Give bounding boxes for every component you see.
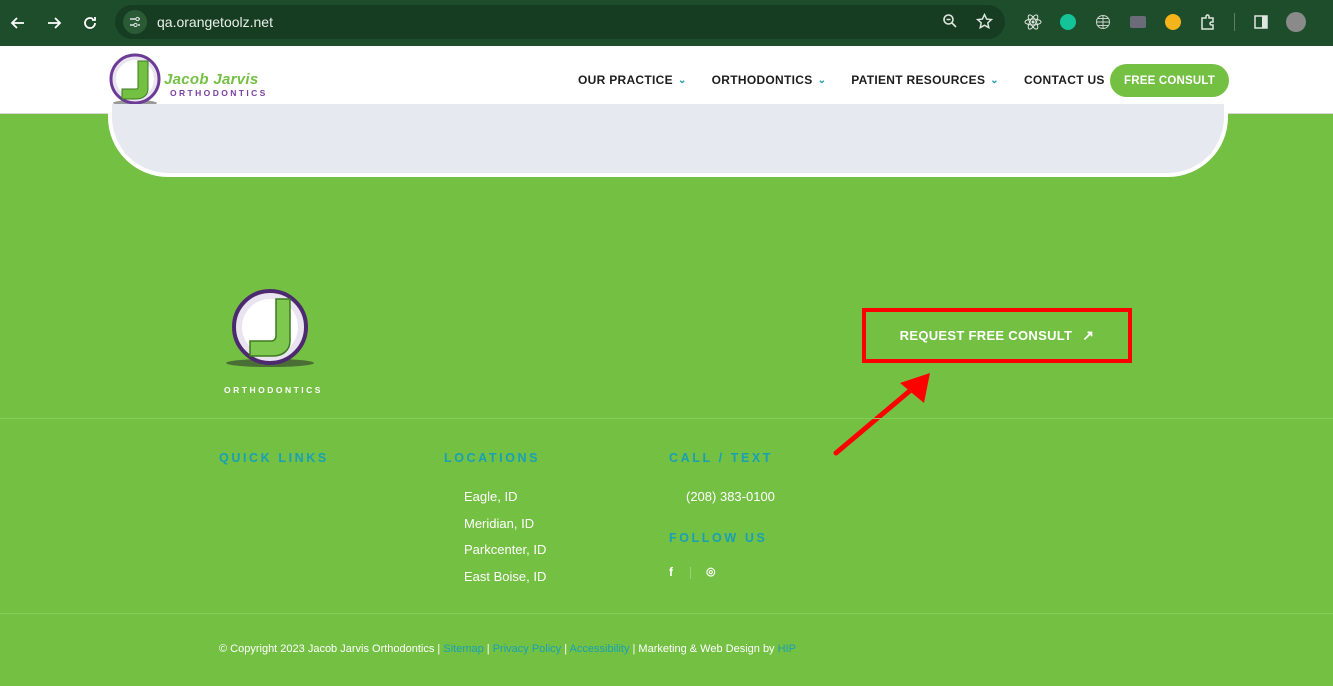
quick-links-heading: QUICK LINKS <box>219 451 329 465</box>
menu-label: PATIENT RESOURCES <box>851 73 986 87</box>
menu-our-practice[interactable]: OUR PRACTICE ⌄ <box>578 73 687 87</box>
facebook-icon[interactable]: f <box>669 565 673 579</box>
screen-capture-icon[interactable] <box>1125 9 1151 35</box>
footer-divider-bottom <box>0 613 1333 614</box>
menu-label: ORTHODONTICS <box>711 73 813 87</box>
location-link[interactable]: Parkcenter, ID <box>464 542 546 557</box>
url-text: qa.orangetoolz.net <box>157 14 273 30</box>
back-icon[interactable] <box>0 5 36 41</box>
free-consult-button[interactable]: FREE CONSULT <box>1110 64 1229 97</box>
separator: | <box>561 643 570 655</box>
social-divider <box>690 567 691 579</box>
footer-divider-top <box>0 418 1333 419</box>
call-text-heading: CALL / TEXT <box>669 451 774 465</box>
menu-label: CONTACT US <box>1023 73 1105 87</box>
site-settings-icon[interactable] <box>123 10 147 34</box>
logo-subtitle: ORTHODONTICS <box>170 88 268 98</box>
toolbar-divider <box>1234 13 1235 31</box>
location-link[interactable]: East Boise, ID <box>464 569 546 584</box>
extension-badge-icon[interactable] <box>1160 9 1186 35</box>
grammarly-icon[interactable] <box>1055 9 1081 35</box>
location-link[interactable]: Meridian, ID <box>464 516 534 531</box>
menu-orthodontics[interactable]: ORTHODONTICS ⌄ <box>712 73 827 87</box>
globe-icon[interactable] <box>1090 9 1116 35</box>
menu-contact-us[interactable]: CONTACT US⌄ <box>1024 73 1118 87</box>
footer-logo[interactable] <box>222 287 322 397</box>
logo-name: Jacob Jarvis <box>164 71 259 88</box>
address-bar[interactable]: qa.orangetoolz.net <box>115 5 1005 39</box>
accessibility-link[interactable]: Accessibility <box>570 643 630 655</box>
side-panel-icon[interactable] <box>1248 9 1274 35</box>
forward-icon[interactable] <box>36 5 72 41</box>
locations-heading: LOCATIONS <box>444 451 541 465</box>
marketing-credit: | Marketing & Web Design by <box>629 643 778 655</box>
follow-us-heading: FOLLOW US <box>669 531 768 545</box>
profile-avatar[interactable] <box>1283 9 1309 35</box>
copyright-line: © Copyright 2023 Jacob Jarvis Orthodonti… <box>219 643 796 655</box>
site-logo[interactable]: Jacob Jarvis ORTHODONTICS <box>108 53 278 107</box>
reload-icon[interactable] <box>72 5 108 41</box>
chevron-down-icon: ⌄ <box>677 74 687 86</box>
copyright-text: © Copyright 2023 Jacob Jarvis Orthodonti… <box>219 643 444 655</box>
request-label: REQUEST FREE CONSULT <box>899 328 1073 343</box>
react-devtools-icon[interactable] <box>1020 9 1046 35</box>
request-free-consult-button[interactable]: REQUEST FREE CONSULT ↗ <box>862 308 1132 363</box>
content-section-bottom <box>108 104 1228 177</box>
sitemap-link[interactable]: Sitemap <box>443 643 483 655</box>
hip-link[interactable]: HIP <box>778 643 796 655</box>
chevron-down-icon: ⌄ <box>817 74 827 86</box>
bookmark-star-icon[interactable] <box>973 10 995 32</box>
menu-patient-resources[interactable]: PATIENT RESOURCES ⌄ <box>851 73 999 87</box>
annotation-arrow <box>833 373 930 456</box>
zoom-icon[interactable] <box>939 10 961 32</box>
chevron-down-icon: ⌄ <box>990 74 999 86</box>
instagram-icon[interactable]: ◎ <box>706 565 716 578</box>
arrow-up-right-icon: ↗ <box>1082 327 1095 343</box>
location-link[interactable]: Eagle, ID <box>464 489 517 504</box>
phone-link[interactable]: (208) 383-0100 <box>686 489 775 504</box>
footer-logo-subtitle: ORTHODONTICS <box>224 385 323 395</box>
browser-toolbar: qa.orangetoolz.net <box>0 0 1333 46</box>
separator: | <box>483 643 493 655</box>
extensions-puzzle-icon[interactable] <box>1195 9 1221 35</box>
privacy-policy-link[interactable]: Privacy Policy <box>493 643 561 655</box>
menu-label: OUR PRACTICE <box>578 73 673 87</box>
